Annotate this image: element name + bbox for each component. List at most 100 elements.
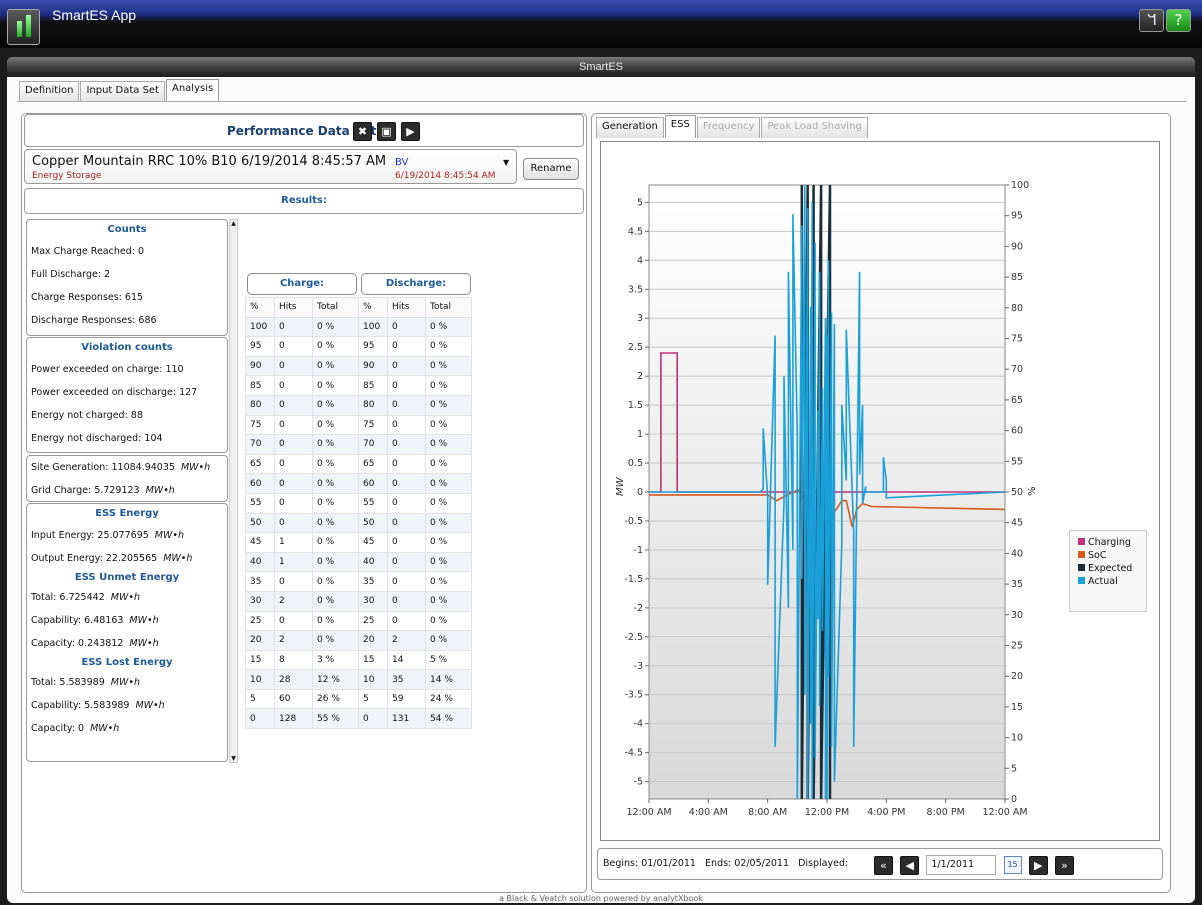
table-cell: 20 — [245, 630, 275, 651]
legend-swatch — [1078, 577, 1085, 584]
date-input[interactable]: 1/1/2011 — [926, 855, 997, 875]
tab-peak-load-shaving[interactable]: Peak Load Shaving — [761, 117, 868, 138]
app-titlebar: SmartES App ᖻ ? — [0, 0, 1202, 48]
y-right-tick-label: 85 — [1011, 272, 1023, 283]
table-cell: 0 % — [425, 590, 472, 612]
table-cell: 59 — [387, 688, 426, 710]
y-right-tick-label: 0 — [1011, 794, 1017, 805]
save-icon[interactable]: ▣ — [377, 122, 396, 141]
stats-scrollbar[interactable]: ▲ ▼ — [229, 219, 238, 763]
table-cell: 14 — [387, 649, 426, 671]
table-cell: 85 — [358, 375, 388, 396]
legend-label: Expected — [1088, 563, 1133, 574]
table-cell: 10 — [245, 669, 275, 690]
table-cell: 35 — [358, 571, 388, 592]
col-header: Hits — [387, 297, 426, 318]
wifi-icon[interactable]: ᖻ — [1139, 9, 1164, 32]
table-cell: 0 — [387, 551, 426, 573]
stat-line: Discharge Responses: 686 — [31, 315, 157, 326]
table-cell: 0 % — [425, 492, 472, 514]
y-left-tick-label: -3 — [634, 661, 643, 672]
dataset-select[interactable]: Copper Mountain RRC 10% B10 6/19/2014 8:… — [24, 149, 517, 184]
input-energy: Input Energy: 25.077695 — [31, 530, 149, 541]
calendar-icon[interactable]: 15 — [1003, 856, 1022, 874]
export-icon[interactable]: ▶ — [401, 122, 420, 141]
chevron-down-icon[interactable]: ▼ — [503, 158, 509, 167]
table-row: 95 0 0 % 95 0 0 % — [245, 336, 472, 357]
y-right-tick-label: 15 — [1011, 702, 1023, 713]
table-cell: 80 — [358, 394, 388, 416]
results-header: Results: — [24, 188, 584, 214]
y-right-tick-label: 100 — [1011, 180, 1029, 191]
violation-title: Violation counts — [81, 342, 173, 353]
legend-label: SoC — [1088, 550, 1107, 561]
scroll-down-icon[interactable]: ▼ — [230, 755, 237, 762]
charge-header: Charge: — [247, 273, 357, 295]
stat-line: Energy not discharged: 104 — [31, 433, 163, 444]
table-cell: 0 — [387, 336, 426, 357]
y-right-tick-label: 55 — [1011, 456, 1023, 467]
first-page-icon[interactable]: « — [874, 855, 893, 875]
y-left-tick-label: -2 — [634, 603, 643, 614]
previous-icon[interactable]: ◀ — [900, 855, 920, 875]
table-cell: 0 % — [312, 551, 359, 573]
table-cell: 0 % — [312, 434, 359, 455]
table-cell: 131 — [387, 708, 426, 730]
y-right-tick-label: 30 — [1011, 610, 1023, 621]
y-left-tick-label: -2.5 — [624, 632, 643, 643]
table-row: 5 60 26 % 5 59 24 % — [245, 688, 472, 710]
unit-label: MW•h — [110, 677, 140, 688]
table-cell: 75 — [358, 414, 388, 436]
help-icon[interactable]: ? — [1166, 9, 1191, 32]
y-left-tick-label: 2.5 — [628, 342, 643, 353]
table-row: 0 128 55 % 0 131 54 % — [245, 708, 472, 730]
rename-button[interactable]: Rename — [523, 158, 579, 180]
table-cell: 70 — [245, 434, 275, 455]
unit-label: MW•h — [154, 530, 184, 541]
next-icon[interactable]: ▶ — [1028, 855, 1048, 875]
tab-input-data-set[interactable]: Input Data Set — [80, 81, 165, 102]
table-row: 10 28 12 % 10 35 14 % — [245, 669, 472, 690]
stat-line: Full Discharge: 2 — [31, 269, 111, 280]
chart-tabs: Generation ESS Frequency Peak Load Shavi… — [596, 115, 869, 138]
table-cell: 55 — [245, 492, 275, 514]
table-cell: 15 — [358, 649, 388, 671]
lost-total: Total: 5.583989 — [31, 677, 105, 688]
tab-frequency[interactable]: Frequency — [696, 117, 761, 138]
table-cell: 0 % — [425, 453, 472, 475]
scroll-up-icon[interactable]: ▲ — [230, 220, 237, 227]
tab-definition[interactable]: Definition — [19, 81, 80, 102]
tab-ess[interactable]: ESS — [664, 115, 696, 138]
counts-title: Counts — [107, 224, 147, 235]
main-tabs: Definition Input Data Set Analysis — [19, 79, 220, 102]
table-cell: 0 % — [312, 375, 359, 396]
unmet-capacity: Capacity: 0.243812 — [31, 638, 124, 649]
chart-area: 5 4.5 4 3.5 3 2.5 2 1.5 1 0.5 0 -0.5 -1 -1.5 -2 -2.5 -3 -… — [600, 141, 1160, 841]
table-cell: 0 % — [312, 414, 359, 436]
table-cell: 0 — [274, 492, 313, 514]
table-cell: 25 — [245, 610, 275, 632]
y-left-tick-label: -5 — [634, 777, 643, 788]
table-cell: 0 — [245, 708, 275, 730]
last-page-icon[interactable]: » — [1054, 855, 1074, 875]
col-header: % — [245, 297, 275, 318]
legend-swatch — [1078, 564, 1085, 571]
stat-line: Power exceeded on charge: 110 — [31, 364, 184, 375]
table-cell: 40 — [358, 551, 388, 573]
table-cell: 0 % — [312, 473, 359, 494]
unit-label: MW•h — [90, 723, 120, 734]
table-row: 85 0 0 % 85 0 0 % — [245, 375, 472, 396]
y-right-tick-label: 65 — [1011, 395, 1023, 406]
y-right-tick-label: 50 — [1011, 487, 1023, 498]
table-cell: 0 % — [312, 336, 359, 357]
table-cell: 0 % — [312, 532, 359, 553]
y-right-tick-label: 60 — [1011, 426, 1023, 437]
col-header: Total — [425, 297, 472, 318]
table-row: 25 0 0 % 25 0 0 % — [245, 610, 472, 632]
table-cell: 50 — [245, 512, 275, 534]
y-left-tick-label: 5 — [637, 197, 643, 208]
tab-generation[interactable]: Generation — [596, 117, 664, 138]
delete-icon[interactable]: ✖ — [353, 122, 372, 141]
y-left-tick-label: 1.5 — [628, 400, 643, 411]
tab-analysis[interactable]: Analysis — [166, 79, 220, 102]
